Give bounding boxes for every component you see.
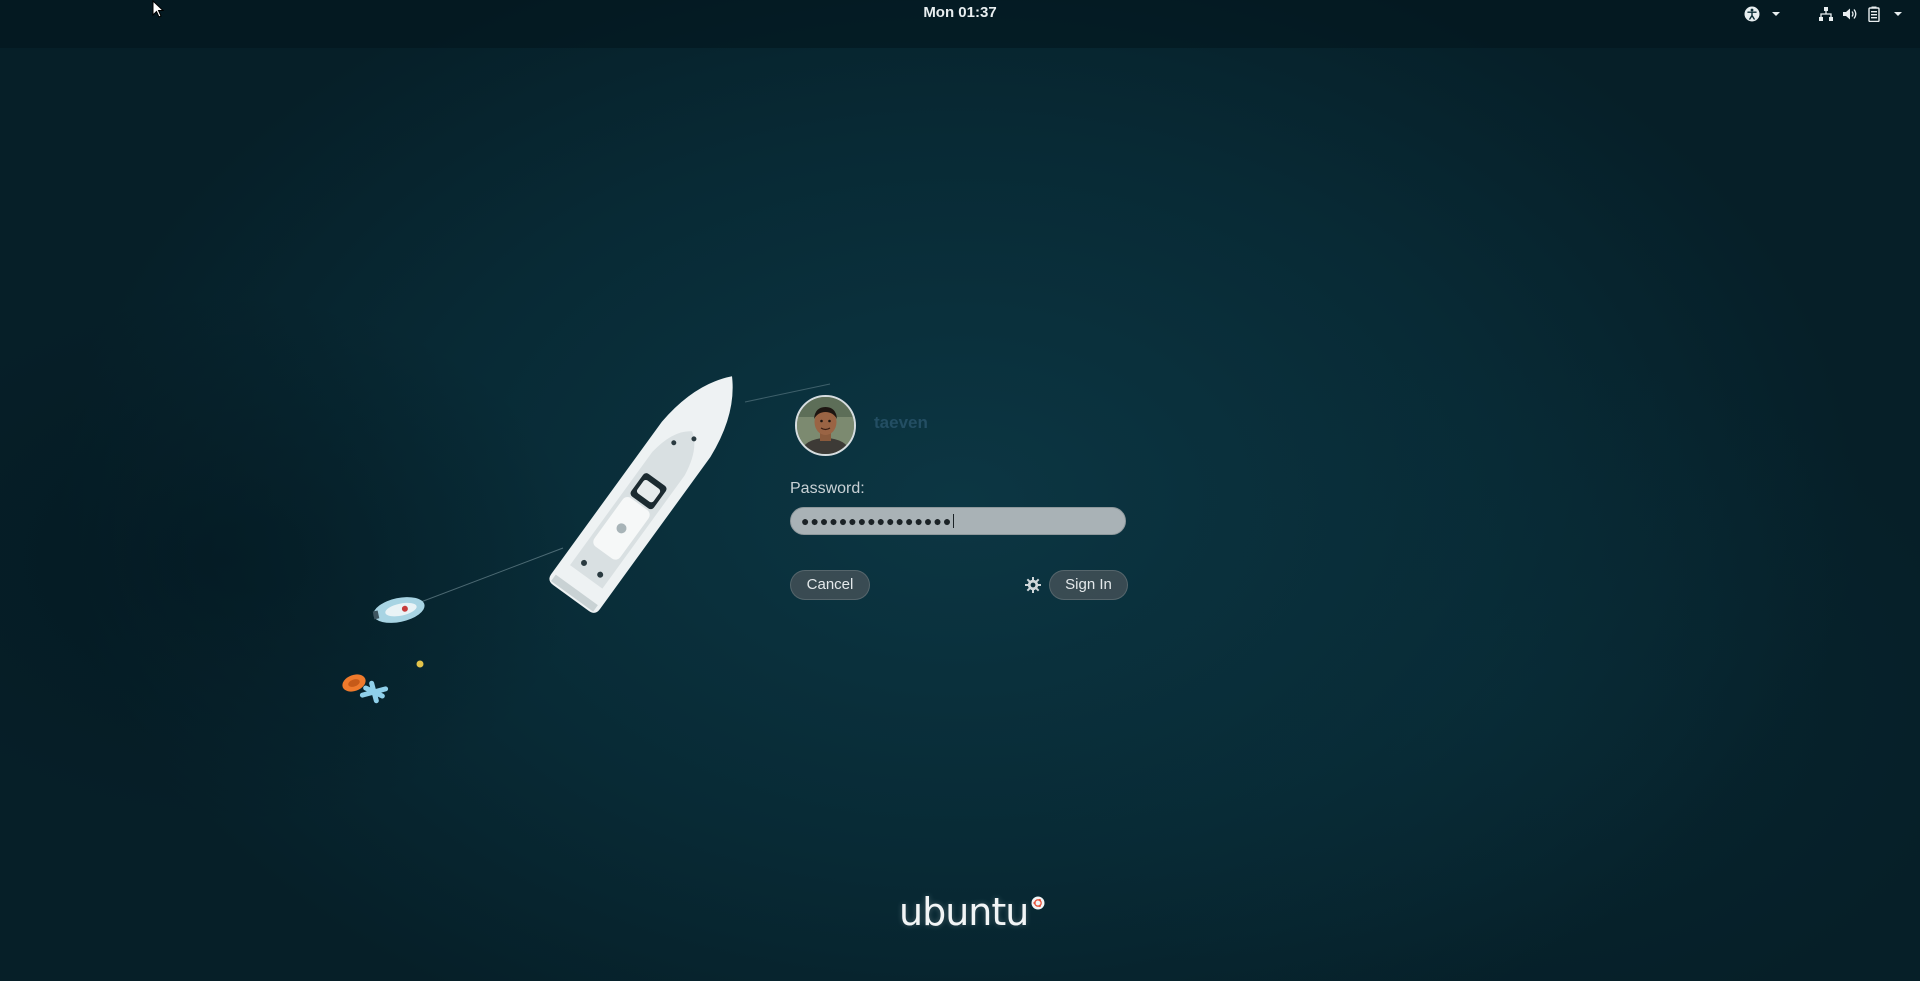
cancel-button[interactable]: Cancel [790, 570, 870, 600]
logo-text: ubuntu [899, 890, 1029, 934]
top-bar: Mon 01:37 [0, 0, 1920, 48]
sign-in-button[interactable]: Sign In [1049, 570, 1128, 600]
ubuntu-logo: ubuntu [899, 889, 1045, 935]
text-caret [953, 514, 955, 528]
username-label: taeven [874, 413, 928, 432]
volume-icon[interactable] [1842, 6, 1858, 22]
clock: Mon 01:37 [0, 3, 1920, 23]
login-actions: Cancel Sign In [790, 570, 1128, 602]
network-icon[interactable] [1818, 6, 1834, 22]
user-row: taeven [790, 392, 1128, 458]
accessibility-icon[interactable] [1744, 6, 1760, 22]
password-label: Password: [790, 480, 865, 497]
circle-of-friends-icon [1031, 896, 1045, 910]
chevron-down-icon[interactable] [1768, 6, 1784, 22]
avatar [795, 394, 856, 456]
login-dialog: taeven Password: ●●●●●●●●●●●●●●●● Cancel [790, 392, 1128, 602]
password-field[interactable]: ●●●●●●●●●●●●●●●● [790, 507, 1126, 535]
battery-icon[interactable] [1866, 6, 1882, 22]
clock-label[interactable]: Mon 01:37 [923, 4, 996, 21]
password-value: ●●●●●●●●●●●●●●●● [801, 513, 953, 529]
gear-icon[interactable] [1024, 576, 1042, 594]
system-tray[interactable] [1744, 4, 1906, 24]
login-screen: Mon 01:37 taeven Password: ●●●●●●●●●●●●●… [0, 0, 1920, 981]
chevron-down-icon[interactable] [1890, 6, 1906, 22]
mouse-cursor-icon [152, 0, 165, 18]
